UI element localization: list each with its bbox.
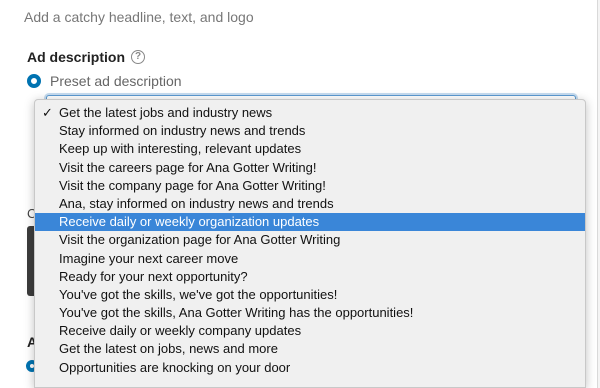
section-subtitle: Add a catchy headline, text, and logo: [24, 9, 254, 25]
menu-item-label: You've got the skills, Ana Gotter Writin…: [59, 305, 414, 321]
menu-item-highlighted[interactable]: Receive daily or weekly organization upd…: [35, 213, 585, 232]
menu-item-label: Visit the company page for Ana Gotter Wr…: [59, 177, 326, 193]
menu-item-label: Keep up with interesting, relevant updat…: [59, 141, 302, 157]
help-icon[interactable]: ?: [131, 50, 146, 64]
preset-description-label: Preset ad description: [50, 73, 182, 89]
radio-selected-icon[interactable]: [27, 74, 41, 88]
menu-item[interactable]: Stay informed on industry news and trend…: [35, 122, 585, 140]
preset-description-dropdown-menu[interactable]: ✓ Get the latest jobs and industry news S…: [34, 99, 586, 388]
menu-item-label: Ana, stay informed on industry news and …: [59, 195, 334, 211]
menu-item[interactable]: Ana, stay informed on industry news and …: [35, 195, 585, 213]
menu-item[interactable]: Visit the company page for Ana Gotter Wr…: [35, 177, 585, 195]
menu-item-label: Get the latest on jobs, news and more: [59, 341, 278, 357]
menu-item[interactable]: Visit the organization page for Ana Gott…: [35, 231, 585, 249]
menu-item[interactable]: Imagine your next career move: [35, 250, 585, 268]
menu-item[interactable]: You've got the skills, we've got the opp…: [35, 286, 585, 304]
menu-item[interactable]: Keep up with interesting, relevant updat…: [35, 140, 585, 158]
menu-item-label: Opportunities are knocking on your door: [59, 359, 291, 375]
menu-item-label: Receive daily or weekly organization upd…: [59, 214, 320, 230]
menu-item-label: Get the latest jobs and industry news: [59, 105, 273, 120]
menu-item-label: Ready for your next opportunity?: [59, 268, 248, 284]
menu-item[interactable]: ✓ Get the latest jobs and industry news: [35, 104, 585, 122]
menu-item-label: Visit the careers page for Ana Gotter Wr…: [59, 159, 317, 175]
preset-description-option[interactable]: Preset ad description: [27, 73, 182, 89]
menu-item-label: Imagine your next career move: [59, 250, 239, 266]
menu-item-label: Receive daily or weekly company updates: [59, 323, 302, 339]
menu-item-label: You've got the skills, we've got the opp…: [59, 286, 338, 302]
menu-item[interactable]: Opportunities are knocking on your door: [35, 359, 585, 377]
menu-item[interactable]: You've got the skills, Ana Gotter Writin…: [35, 304, 585, 322]
menu-item[interactable]: Get the latest on jobs, news and more: [35, 340, 585, 358]
menu-item-label: Visit the organization page for Ana Gott…: [59, 232, 341, 248]
menu-item[interactable]: Visit the careers page for Ana Gotter Wr…: [35, 159, 585, 177]
menu-item[interactable]: Receive daily or weekly company updates: [35, 322, 585, 340]
ad-description-label: Ad description: [27, 49, 126, 65]
checkmark-icon: ✓: [42, 105, 53, 120]
menu-item[interactable]: Ready for your next opportunity?: [35, 268, 585, 286]
menu-item-label: Stay informed on industry news and trend…: [59, 123, 306, 139]
ad-description-heading: Ad description ?: [27, 49, 146, 65]
